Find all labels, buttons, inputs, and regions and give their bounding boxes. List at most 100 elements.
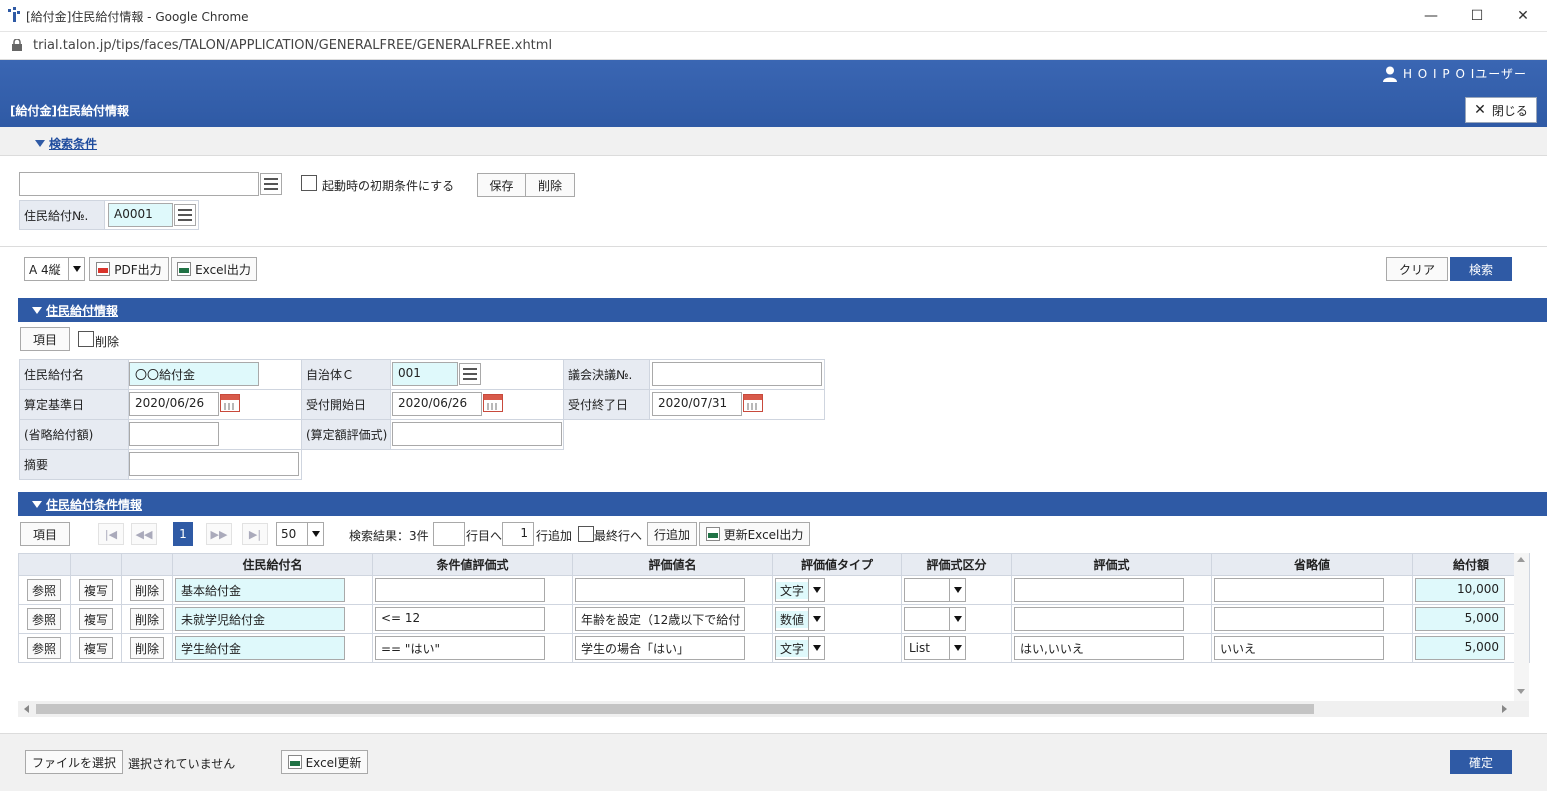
user-menu[interactable]: H O I P O Iユーザー [1382, 65, 1527, 82]
excel-update-button[interactable]: Excel更新 [281, 750, 368, 774]
last-page-button[interactable]: ▶| [242, 523, 268, 545]
save-condition-button[interactable]: 保存 [477, 173, 526, 197]
current-page[interactable]: 1 [173, 522, 193, 546]
row-name-input[interactable]: 学生給付金 [175, 636, 345, 660]
col-header-formula[interactable]: 評価式 [1011, 553, 1212, 576]
col-header-kubun[interactable]: 評価式区分 [901, 553, 1012, 576]
scroll-down-icon[interactable] [1517, 689, 1525, 694]
row-formula-input[interactable]: はい,いいえ [1014, 636, 1184, 660]
council-no-input[interactable] [652, 362, 822, 386]
benefit-info-section-label[interactable]: 住民給付情報 [46, 302, 118, 319]
conditions-item-button[interactable]: 項目 [20, 522, 70, 546]
row-cond-input[interactable]: <= 12 [375, 607, 545, 631]
excel-export-button[interactable]: Excel出力 [171, 257, 257, 281]
address-bar[interactable]: trial.talon.jp/tips/faces/TALON/APPLICAT… [0, 32, 1547, 60]
row-cond-input[interactable]: == "はい" [375, 636, 545, 660]
amount-formula-input[interactable] [392, 422, 562, 446]
row-amount-input[interactable]: 5,000 [1415, 636, 1505, 660]
scroll-left-icon[interactable] [24, 705, 29, 713]
row-copy-button[interactable]: 複写 [79, 608, 113, 630]
clear-button[interactable]: クリア [1386, 257, 1448, 281]
resident-benefit-no-input[interactable]: A0001 [108, 203, 173, 227]
start-date-calendar-button[interactable] [483, 394, 503, 412]
saved-condition-input[interactable] [19, 172, 259, 196]
col-header-name[interactable]: 住民給付名 [172, 553, 373, 576]
row-formula-input[interactable] [1014, 578, 1184, 602]
info-delete-checkbox[interactable] [78, 331, 94, 347]
col-header-default[interactable]: 省略値 [1211, 553, 1413, 576]
next-page-button[interactable]: ▶▶ [206, 523, 232, 545]
col-header-type[interactable]: 評価値タイプ [772, 553, 902, 576]
row-default-input[interactable] [1214, 578, 1384, 602]
row-name-input[interactable]: 基本給付金 [175, 578, 345, 602]
start-date-input[interactable]: 2020/06/26 [392, 392, 482, 416]
row-formula-input[interactable] [1014, 607, 1184, 631]
horizontal-scrollbar[interactable] [18, 701, 1529, 717]
omitted-amount-input[interactable] [129, 422, 219, 446]
choose-file-button[interactable]: ファイルを選択 [25, 750, 123, 774]
row-eval-name-input[interactable] [575, 578, 745, 602]
base-date-calendar-button[interactable] [220, 394, 240, 412]
col-header-cond[interactable]: 条件値評価式 [372, 553, 573, 576]
resident-benefit-no-list-button[interactable] [174, 204, 196, 226]
row-kubun-select[interactable] [904, 607, 966, 631]
conditions-section-header[interactable]: 住民給付条件情報 [18, 492, 1547, 516]
row-copy-button[interactable]: 複写 [79, 637, 113, 659]
update-excel-button[interactable]: 更新Excel出力 [699, 522, 810, 546]
col-header-amount[interactable]: 給付額 [1412, 553, 1530, 576]
col-header-eval-name[interactable]: 評価値名 [572, 553, 773, 576]
row-cond-input[interactable] [375, 578, 545, 602]
row-default-input[interactable] [1214, 607, 1384, 631]
goto-row-input[interactable] [433, 522, 465, 546]
row-default-input[interactable]: いいえ [1214, 636, 1384, 660]
vertical-scrollbar[interactable] [1514, 553, 1529, 701]
row-name-input[interactable]: 未就学児給付金 [175, 607, 345, 631]
conditions-section-label[interactable]: 住民給付条件情報 [46, 496, 142, 513]
row-kubun-select[interactable]: List [904, 636, 966, 660]
search-condition-header[interactable]: 検索条件 [0, 127, 1547, 156]
maximize-button[interactable]: ☐ [1454, 0, 1500, 32]
row-delete-button[interactable]: 削除 [130, 637, 164, 659]
benefit-name-input[interactable]: 〇〇給付金 [129, 362, 259, 386]
end-date-input[interactable]: 2020/07/31 [652, 392, 742, 416]
base-date-input[interactable]: 2020/06/26 [129, 392, 219, 416]
row-eval-name-input[interactable]: 年齢を設定（12歳以下で給付 [575, 607, 745, 631]
row-ref-button[interactable]: 参照 [27, 579, 61, 601]
add-count-input[interactable]: 1 [502, 522, 534, 546]
last-row-checkbox[interactable] [578, 526, 594, 542]
pdf-export-button[interactable]: PDF出力 [89, 257, 169, 281]
row-type-select[interactable]: 文字 [775, 578, 825, 602]
scroll-up-icon[interactable] [1517, 557, 1525, 562]
row-delete-button[interactable]: 削除 [130, 608, 164, 630]
confirm-button[interactable]: 確定 [1450, 750, 1512, 774]
search-condition-link[interactable]: 検索条件 [49, 137, 97, 151]
initial-condition-checkbox[interactable] [301, 175, 317, 191]
paper-size-select[interactable]: A 4縦 [24, 257, 85, 281]
delete-condition-button[interactable]: 削除 [525, 173, 575, 197]
row-type-select[interactable]: 数値 [775, 607, 825, 631]
window-close-button[interactable]: ✕ [1500, 0, 1546, 32]
row-eval-name-input[interactable]: 学生の場合「はい」 [575, 636, 745, 660]
scroll-right-icon[interactable] [1502, 705, 1507, 713]
municipality-input[interactable]: 001 [392, 362, 458, 386]
end-date-calendar-button[interactable] [743, 394, 763, 412]
prev-page-button[interactable]: ◀◀ [131, 523, 157, 545]
row-amount-input[interactable]: 10,000 [1415, 578, 1505, 602]
row-ref-button[interactable]: 参照 [27, 608, 61, 630]
row-amount-input[interactable]: 5,000 [1415, 607, 1505, 631]
first-page-button[interactable]: |◀ [98, 523, 124, 545]
row-copy-button[interactable]: 複写 [79, 579, 113, 601]
info-item-button[interactable]: 項目 [20, 327, 70, 351]
page-size-select[interactable]: 50 [276, 522, 324, 546]
close-page-button[interactable]: ✕ 閉じる [1465, 97, 1537, 123]
benefit-info-section-header[interactable]: 住民給付情報 [18, 298, 1547, 322]
add-row-button[interactable]: 行追加 [647, 522, 697, 546]
search-button[interactable]: 検索 [1450, 257, 1512, 281]
minimize-button[interactable]: — [1408, 0, 1454, 32]
horizontal-scroll-thumb[interactable] [36, 704, 1314, 714]
row-kubun-select[interactable] [904, 578, 966, 602]
saved-condition-list-button[interactable] [260, 173, 282, 195]
row-delete-button[interactable]: 削除 [130, 579, 164, 601]
row-ref-button[interactable]: 参照 [27, 637, 61, 659]
search-condition-toggle[interactable]: 検索条件 [35, 135, 97, 152]
